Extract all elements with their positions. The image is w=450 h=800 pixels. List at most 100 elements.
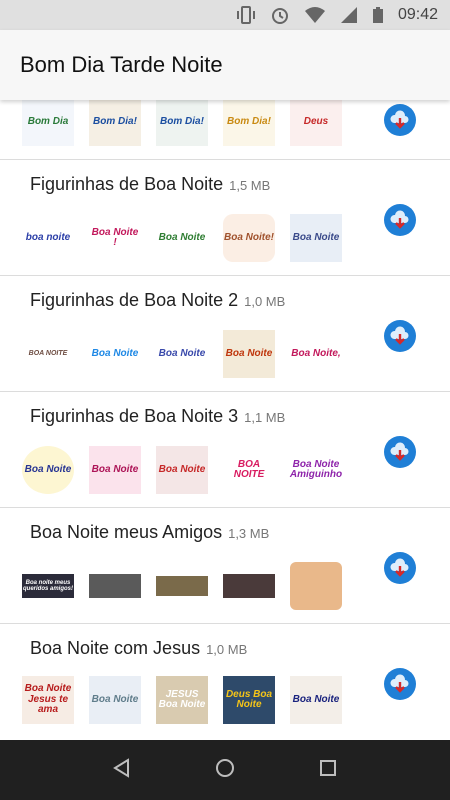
sticker-preview: Boa noite meus queridos amigos! [22,574,74,598]
sticker-preview: Boa Noite Jesus te ama [22,676,74,724]
sticker-caption: Boa noite meus queridos amigos! [22,579,73,592]
download-button[interactable] [384,668,416,700]
pack-size: 1,1 MB [244,410,286,425]
home-circle-icon [215,758,234,777]
back-button[interactable] [111,757,133,784]
sticker-preview-row: BOA NOITE Boa Noite Boa Noite Boa Noite … [22,330,357,378]
pack-size: 1,0 MB [206,642,248,657]
sticker-preview [89,574,141,598]
app-bar: Bom Dia Tarde Noite [0,30,450,100]
download-button[interactable] [384,204,416,236]
sticker-caption: Bom Dia! [160,115,204,127]
sticker-pack-item[interactable]: Figurinhas de Boa Noite 3 1,1 MB Boa Noit… [0,392,450,508]
sticker-preview: Bom Dia! [223,100,275,146]
sticker-preview-row: boa noite Boa Noite ! Boa Noite Boa Noit… [22,214,357,262]
sticker-preview-row: Boa noite meus queridos amigos! [22,562,357,610]
download-button[interactable] [384,552,416,584]
sticker-preview: Boa Noite [156,330,208,378]
sticker-preview [156,576,208,596]
sticker-preview-row: Boa Noite Boa Noite Boa Noite BOA NOITE … [22,446,357,494]
sticker-preview: Bom Dia! [89,100,141,146]
pack-size: 1,3 MB [228,526,270,541]
pack-size: 1,5 MB [229,178,271,193]
sticker-caption: Boa Noite [24,463,72,475]
sticker-caption: JESUS Boa Noite [158,688,206,710]
sticker-preview: Boa Noite [156,214,208,262]
battery-icon [372,6,384,24]
cloud-download-icon [390,110,409,129]
sticker-preview: boa noite [22,214,74,262]
sticker-pack-list[interactable]: Bom Dia Bom Dia! Bom Dia! Bom Dia! Deus … [0,100,450,740]
sticker-pack-item[interactable]: Boa Noite com Jesus 1,0 MB Boa Noite Jesu… [0,624,450,740]
sticker-preview: Boa Noite [290,676,342,724]
sticker-caption: Boa Noite Amiguinho [289,458,343,480]
sticker-caption: Boa Noite [91,693,139,705]
sticker-caption: Boa Noite [225,347,273,359]
sticker-preview: Boa Noite Amiguinho [290,446,342,494]
cloud-download-icon [390,326,409,345]
sticker-caption: Bom Dia [27,115,69,127]
sticker-caption: BOA NOITE [28,350,68,358]
sticker-caption: Boa Noite [292,693,340,705]
sticker-preview-row: Bom Dia Bom Dia! Bom Dia! Bom Dia! Deus [22,100,357,146]
sticker-caption: Boa Noite [158,463,206,475]
download-button[interactable] [384,436,416,468]
sticker-preview: Deus Boa Noite [223,676,275,724]
home-button[interactable] [214,757,236,784]
sticker-caption: Boa Noite! [224,231,274,243]
alarm-icon [270,6,290,24]
sticker-caption: boa noite [25,231,71,243]
cloud-download-icon [390,210,409,229]
sticker-preview: Boa Noite [22,446,74,494]
clock: 09:42 [397,6,438,23]
sticker-caption: Boa Noite ! [91,226,139,248]
sticker-pack-item[interactable]: Figurinhas de Boa Noite 1,5 MB boa noite … [0,160,450,276]
sticker-pack-item[interactable]: Boa Noite meus Amigos 1,3 MB Boa noite me… [0,508,450,624]
sticker-pack-item[interactable]: Bom Dia Bom Dia! Bom Dia! Bom Dia! Deus [0,100,450,160]
sticker-caption: Boa Noite, [291,347,341,359]
page-title: Bom Dia Tarde Noite [20,52,223,77]
sticker-preview: Boa Noite ! [89,214,141,262]
sticker-preview: Boa Noite [89,676,141,724]
sticker-preview: Boa Noite [290,214,342,262]
sticker-caption: Deus Boa Noite [225,688,273,710]
sticker-preview: Boa Noite [89,330,141,378]
cloud-download-icon [390,442,409,461]
sticker-caption: Boa Noite [91,463,139,475]
sticker-preview: JESUS Boa Noite [156,676,208,724]
cloud-download-icon [390,674,409,693]
navigation-bar [0,740,450,800]
sticker-preview: Boa Noite [223,330,275,378]
sticker-preview: Boa Noite, [290,330,342,378]
sticker-caption: Boa Noite [292,231,340,243]
download-button[interactable] [384,104,416,136]
sticker-preview: BOA NOITE [22,330,74,378]
sticker-preview: Boa Noite [89,446,141,494]
pack-title: Boa Noite meus Amigos 1,3 MB [30,522,270,542]
signal-icon [340,6,358,24]
recents-button[interactable] [317,757,339,784]
wifi-icon [304,6,326,24]
vibrate-icon [236,6,256,24]
download-button[interactable] [384,320,416,352]
sticker-preview: BOA NOITE [223,446,275,494]
recents-square-icon [320,759,337,776]
sticker-caption: Boa Noite [158,231,206,243]
sticker-caption: Boa Noite Jesus te ama [24,683,72,716]
pack-title: Figurinhas de Boa Noite 2 1,0 MB [30,290,286,310]
sticker-caption: Bom Dia! [93,115,137,127]
sticker-caption: Boa Noite [158,347,206,359]
sticker-preview-row: Boa Noite Jesus te ama Boa Noite JESUS B… [22,676,357,724]
sticker-caption: Deus [303,115,329,127]
pack-size: 1,0 MB [244,294,286,309]
sticker-preview: Bom Dia! [156,100,208,146]
sticker-preview: Boa Noite! [223,214,275,262]
sticker-preview: Boa Noite [156,446,208,494]
sticker-preview: Deus [290,100,342,146]
sticker-caption: Boa Noite [91,347,139,359]
sticker-caption: Bom Dia! [227,115,271,127]
status-bar: 09:42 [0,0,450,30]
pack-title: Figurinhas de Boa Noite 1,5 MB [30,174,271,194]
sticker-preview: Bom Dia [22,100,74,146]
sticker-pack-item[interactable]: Figurinhas de Boa Noite 2 1,0 MB BOA NOIT… [0,276,450,392]
